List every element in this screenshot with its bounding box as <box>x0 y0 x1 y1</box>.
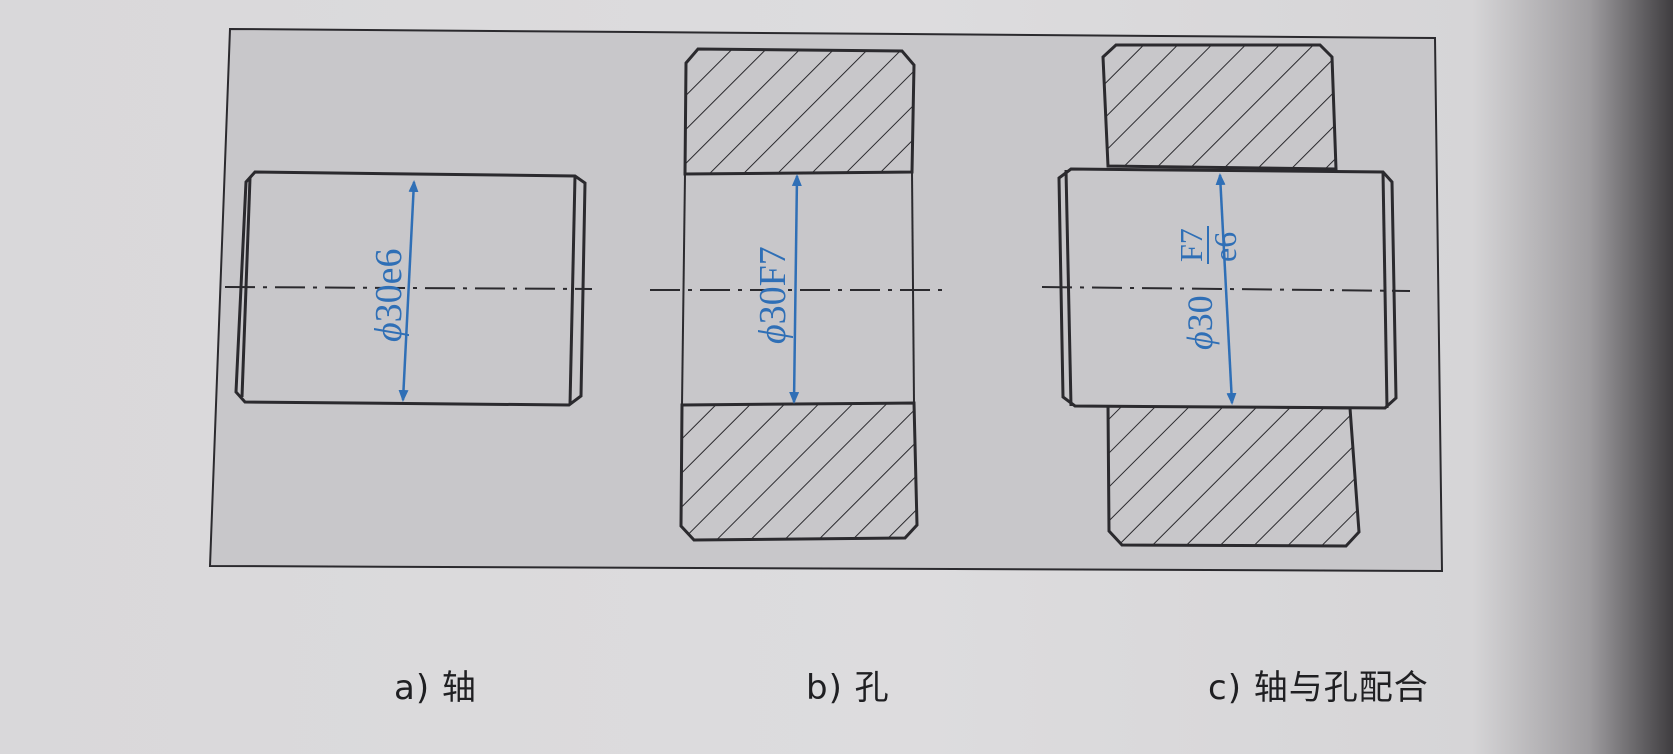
fit-caption: c) 轴与孔配合 <box>1208 668 1429 708</box>
hole-dimension-text: ϕ30F7 <box>752 246 794 344</box>
fit-upper-hole-wall <box>1101 43 1338 171</box>
fit-dimension-base-text: ϕ30 <box>1180 295 1220 350</box>
fit-dimension-upper-text: F7 <box>1173 228 1209 262</box>
hole-upper-wall <box>683 47 916 176</box>
shaft-caption: a) 轴 <box>394 668 477 708</box>
hole-caption: b) 孔 <box>806 668 890 708</box>
fit-dimension-lower-text: e6 <box>1207 232 1243 262</box>
hole-lower-wall <box>679 401 919 542</box>
fit-lower-hole-wall <box>1106 403 1361 548</box>
drawing-canvas: ϕ30e6 ϕ30F7 ϕ30 F7 e6 <box>208 27 1444 573</box>
shaft-dimension-text: ϕ30e6 <box>368 248 410 342</box>
